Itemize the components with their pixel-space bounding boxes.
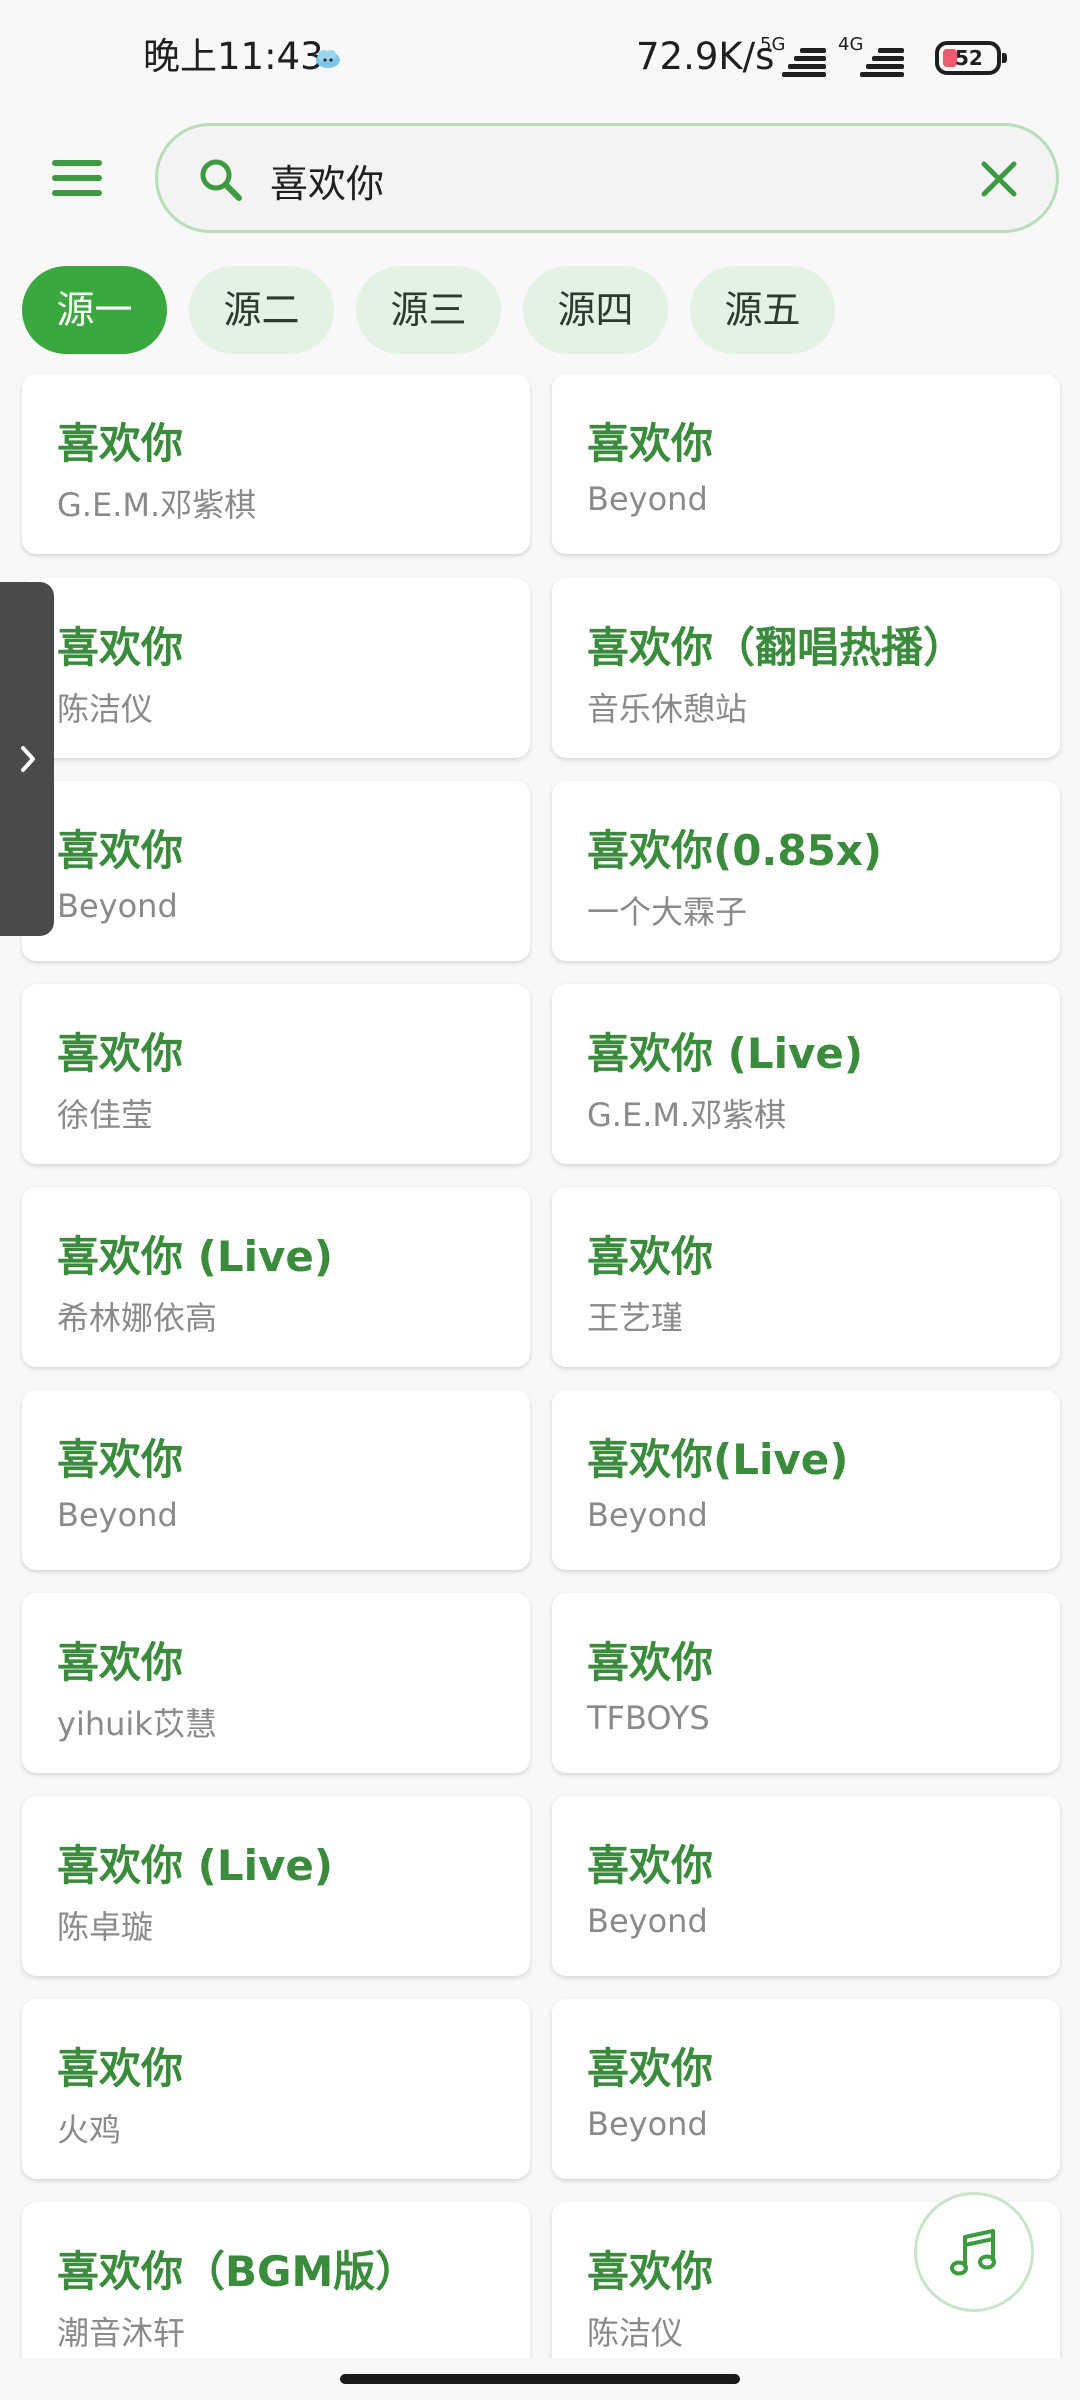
source-tab-3[interactable]: 源三 <box>356 266 501 354</box>
song-card[interactable]: 喜欢你 Beyond <box>552 1796 1060 1976</box>
song-title: 喜欢你 <box>57 1029 184 1078</box>
song-artist: Beyond <box>587 1496 708 1534</box>
source-tab-5[interactable]: 源五 <box>690 266 835 354</box>
song-artist: Beyond <box>57 1496 178 1534</box>
source-tab-4[interactable]: 源四 <box>523 266 668 354</box>
song-card[interactable]: 喜欢你 Beyond <box>22 1390 530 1570</box>
song-title: 喜欢你 <box>587 2044 714 2093</box>
song-artist: 陈洁仪 <box>587 2314 684 2352</box>
song-card[interactable]: 喜欢你 Beyond <box>552 1999 1060 2179</box>
song-title: 喜欢你 <box>587 1841 714 1890</box>
song-artist: TFBOYS <box>587 1699 710 1737</box>
search-input[interactable] <box>268 148 912 212</box>
side-panel-handle[interactable] <box>0 582 54 936</box>
song-artist: Beyond <box>587 1902 708 1940</box>
home-indicator[interactable] <box>340 2374 740 2384</box>
battery-level: 52 <box>955 46 983 70</box>
song-card[interactable]: 喜欢你 G.E.M.邓紫棋 <box>22 374 530 554</box>
song-card[interactable]: 喜欢你 (Live) 希林娜依高 <box>22 1187 530 1367</box>
song-artist: 陈洁仪 <box>57 690 154 728</box>
net-speed: 72.9K/s <box>636 35 775 78</box>
cloud-notification-icon <box>316 50 340 68</box>
song-title: 喜欢你 <box>57 826 184 875</box>
song-title: 喜欢你（翻唱热播） <box>587 623 966 672</box>
song-title: 喜欢你 (Live) <box>57 1232 334 1281</box>
player-button[interactable] <box>914 2192 1034 2312</box>
source-tab-2[interactable]: 源二 <box>189 266 334 354</box>
song-title: 喜欢你 <box>57 1638 184 1687</box>
song-card[interactable]: 喜欢你 TFBOYS <box>552 1593 1060 1773</box>
song-artist: Beyond <box>587 480 708 518</box>
song-artist: 音乐休憩站 <box>587 690 748 728</box>
menu-icon <box>52 160 102 166</box>
song-title: 喜欢你 <box>587 1232 714 1281</box>
search-icon <box>200 159 242 201</box>
music-note-icon <box>950 2229 996 2276</box>
song-title: 喜欢你（BGM版） <box>57 2247 418 2296</box>
song-artist: 一个大霖子 <box>587 893 748 931</box>
song-artist: 希林娜依高 <box>57 1299 218 1337</box>
song-artist: Beyond <box>587 2105 708 2143</box>
song-title: 喜欢你 <box>587 419 714 468</box>
song-card[interactable]: 喜欢你 (Live) G.E.M.邓紫棋 <box>552 984 1060 1164</box>
song-title: 喜欢你 <box>57 623 184 672</box>
source-tab-1[interactable]: 源一 <box>22 266 167 354</box>
song-artist: yihuik苡慧 <box>57 1705 217 1743</box>
signal-4g-icon: 4G <box>838 34 908 84</box>
song-artist: Beyond <box>57 887 178 925</box>
song-card[interactable]: 喜欢你 Beyond <box>552 374 1060 554</box>
song-artist: 潮音沐轩 <box>57 2314 186 2352</box>
navigation-bar <box>0 2358 1080 2400</box>
battery-icon: 52 <box>935 41 1007 75</box>
song-card[interactable]: 喜欢你(Live) Beyond <box>552 1390 1060 1570</box>
status-bar: 晚上11:43 72.9K/s 5G 4G 52 <box>0 0 1080 110</box>
song-card[interactable]: 喜欢你（翻唱热播） 音乐休憩站 <box>552 578 1060 758</box>
song-card[interactable]: 喜欢你(0.85x) 一个大霖子 <box>552 781 1060 961</box>
song-title: 喜欢你(0.85x) <box>587 826 883 875</box>
song-title: 喜欢你 <box>57 2044 184 2093</box>
song-artist: 王艺瑾 <box>587 1299 684 1337</box>
song-title: 喜欢你 <box>57 419 184 468</box>
song-card[interactable]: 喜欢你 Beyond <box>22 781 530 961</box>
song-card[interactable]: 喜欢你 火鸡 <box>22 1999 530 2179</box>
song-title: 喜欢你(Live) <box>587 1435 849 1484</box>
status-time: 晚上11:43 <box>143 35 324 78</box>
close-icon[interactable] <box>978 158 1020 200</box>
song-card[interactable]: 喜欢你 陈洁仪 <box>22 578 530 758</box>
song-title: 喜欢你 <box>57 1435 184 1484</box>
song-artist: G.E.M.邓紫棋 <box>587 1096 787 1134</box>
song-artist: G.E.M.邓紫棋 <box>57 486 257 524</box>
search-bar[interactable] <box>155 123 1059 233</box>
song-artist: 火鸡 <box>57 2111 122 2149</box>
song-title: 喜欢你 (Live) <box>587 1029 864 1078</box>
song-card[interactable]: 喜欢你 yihuik苡慧 <box>22 1593 530 1773</box>
song-artist: 陈卓璇 <box>57 1908 154 1946</box>
signal-5g-icon: 5G <box>760 34 830 84</box>
song-title: 喜欢你 (Live) <box>57 1841 334 1890</box>
song-card[interactable]: 喜欢你（BGM版） 潮音沐轩 <box>22 2202 530 2382</box>
song-card[interactable]: 喜欢你 徐佳莹 <box>22 984 530 1164</box>
song-title: 喜欢你 <box>587 2247 714 2296</box>
song-card[interactable]: 喜欢你 王艺瑾 <box>552 1187 1060 1367</box>
song-card[interactable]: 喜欢你 (Live) 陈卓璇 <box>22 1796 530 1976</box>
song-title: 喜欢你 <box>587 1638 714 1687</box>
chevron-right-icon <box>21 746 35 772</box>
song-artist: 徐佳莹 <box>57 1096 154 1134</box>
menu-button[interactable] <box>48 154 108 202</box>
